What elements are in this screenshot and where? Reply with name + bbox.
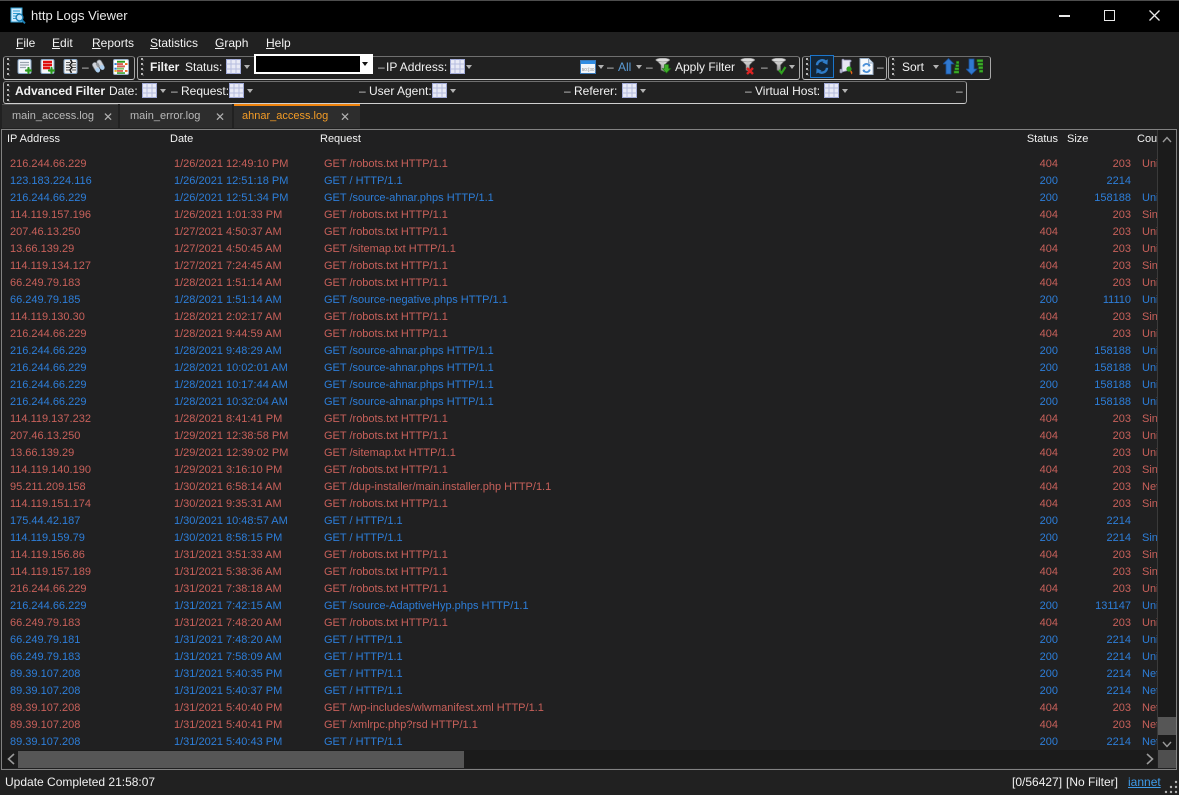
svg-text:50:[30]: 50:[30] xyxy=(582,67,596,72)
